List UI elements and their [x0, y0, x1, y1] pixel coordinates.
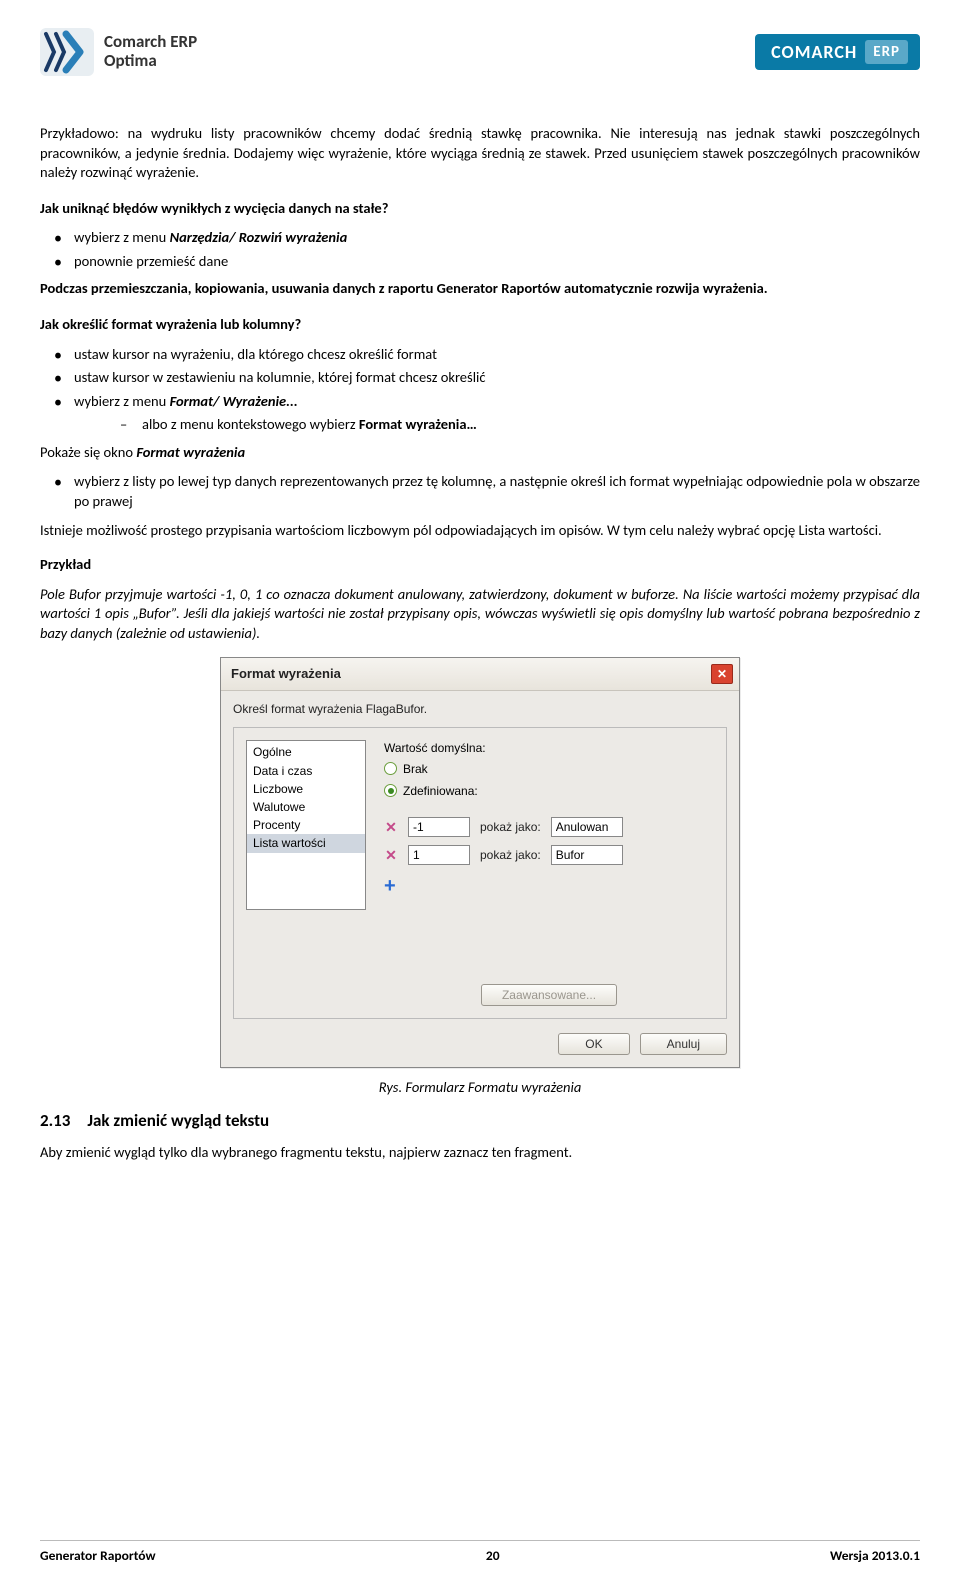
add-row-icon[interactable]: +: [384, 873, 396, 900]
footer-right: Wersja 2013.0.1: [830, 1547, 920, 1565]
display-input-2[interactable]: [551, 845, 623, 865]
add-row: +: [384, 873, 714, 900]
brand-badge: COMARCH ERP: [755, 34, 920, 70]
display-input-1[interactable]: [551, 817, 623, 837]
radio-none-label: Brak: [403, 761, 428, 777]
figure-caption: Rys. Formularz Formatu wyrażenia: [40, 1078, 920, 1098]
type-option-datetime[interactable]: Data i czas: [247, 762, 365, 780]
paragraph-after-h2: Aby zmienić wygląd tylko dla wybranego f…: [40, 1143, 920, 1163]
show-as-label-2: pokaż jako:: [480, 847, 541, 863]
close-icon[interactable]: ✕: [711, 664, 733, 684]
brand-tag: ERP: [865, 40, 908, 64]
example-paragraph: Pole Bufor przyjmuje wartości -1, 0, 1 c…: [40, 585, 920, 644]
q1-bullets: wybierz z menu Narzędzia/ Rozwiń wyrażen…: [40, 228, 920, 271]
value-row-2: ✕ pokaż jako:: [384, 845, 714, 865]
q2-bullet-2: ustaw kursor w zestawieniu na kolumnie, …: [40, 368, 920, 388]
footer-page-number: 20: [486, 1547, 500, 1565]
ok-button[interactable]: OK: [558, 1033, 629, 1055]
radio-defined-label: Zdefiniowana:: [403, 783, 478, 799]
dialog-titlebar: Format wyrażenia ✕: [221, 658, 739, 691]
type-option-percent[interactable]: Procenty: [247, 816, 365, 834]
advanced-button[interactable]: Zaawansowane...: [481, 984, 617, 1006]
radio-none-row[interactable]: Brak: [384, 761, 714, 777]
q2-sub-text: albo z menu kontekstowego wybierz: [142, 415, 359, 433]
type-option-currency[interactable]: Walutowe: [247, 798, 365, 816]
q2-b3-menu: Format/ Wyrażenie...: [170, 392, 298, 410]
footer-left: Generator Raportów: [40, 1547, 156, 1565]
radio-none[interactable]: [384, 762, 397, 775]
q2-bullet-3: wybierz z menu Format/ Wyrażenie... albo…: [40, 392, 920, 435]
delete-row-icon[interactable]: ✕: [384, 848, 398, 862]
example-heading: Przykład: [40, 555, 920, 575]
delete-row-icon[interactable]: ✕: [384, 820, 398, 834]
q1-bullet-1: wybierz z menu Narzędzia/ Rozwiń wyrażen…: [40, 228, 920, 248]
value-input-2[interactable]: [408, 845, 470, 865]
q1-bullet-2: ponownie przemieść dane: [40, 252, 920, 272]
page-header: Comarch ERP Optima COMARCH ERP: [40, 28, 920, 76]
radio-defined-row[interactable]: Zdefiniowana:: [384, 783, 714, 799]
paragraph-after-q1: Podczas przemieszczania, kopiowania, usu…: [40, 279, 920, 299]
after-sub-window: Format wyrażenia: [136, 443, 245, 461]
q2-sub-menu: Format wyrażenia…: [359, 415, 477, 433]
after-sub-line: Pokaże się okno Format wyrażenia: [40, 443, 920, 463]
q2-bullets-2: wybierz z listy po lewej typ danych repr…: [40, 472, 920, 511]
value-row-1: ✕ pokaż jako:: [384, 817, 714, 837]
type-listbox[interactable]: Ogólne Data i czas Liczbowe Walutowe Pro…: [246, 740, 366, 910]
q2-bullet-4: wybierz z listy po lewej typ danych repr…: [40, 472, 920, 511]
product-logo-icon: [40, 28, 94, 76]
value-input-1[interactable]: [408, 817, 470, 837]
dialog-description: Określ format wyrażenia FlagaBufor.: [233, 701, 727, 717]
q1-b1-text: wybierz z menu: [74, 228, 170, 246]
cancel-button[interactable]: Anuluj: [640, 1033, 727, 1055]
default-value-label: Wartość domyślna:: [384, 740, 714, 756]
type-option-general[interactable]: Ogólne: [247, 743, 365, 761]
question-1: Jak uniknąć błędów wynikłych z wycięcia …: [40, 199, 920, 219]
after-sub-text: Pokaże się okno: [40, 443, 136, 461]
format-expression-dialog: Format wyrażenia ✕ Określ format wyrażen…: [220, 657, 740, 1068]
q1-b1-menu: Narzędzia/ Rozwiń wyrażenia: [170, 228, 348, 246]
radio-defined[interactable]: [384, 784, 397, 797]
q2-sub-bullets: albo z menu kontekstowego wybierz Format…: [74, 415, 920, 435]
question-2: Jak określić format wyrażenia lub kolumn…: [40, 315, 920, 335]
intro-paragraph: Przykładowo: na wydruku listy pracownikó…: [40, 124, 920, 183]
product-name: Comarch ERP Optima: [104, 33, 197, 70]
show-as-label-1: pokaż jako:: [480, 819, 541, 835]
type-option-valuelist[interactable]: Lista wartości: [247, 834, 365, 852]
q2-bullet-1: ustaw kursor na wyrażeniu, dla którego c…: [40, 345, 920, 365]
logo-left: Comarch ERP Optima: [40, 28, 197, 76]
type-option-numeric[interactable]: Liczbowe: [247, 780, 365, 798]
q2-sub-1: albo z menu kontekstowego wybierz Format…: [114, 415, 920, 435]
paragraph-after-q2: Istnieje możliwość prostego przypisania …: [40, 521, 920, 541]
q2-bullets: ustaw kursor na wyrażeniu, dla którego c…: [40, 345, 920, 435]
brand-text: COMARCH: [771, 40, 857, 64]
section-heading-2-13: 2.13 Jak zmienić wygląd tekstu: [40, 1110, 920, 1133]
dialog-title: Format wyrażenia: [231, 665, 341, 683]
q2-b3-text: wybierz z menu: [74, 392, 170, 410]
page-footer: Generator Raportów 20 Wersja 2013.0.1: [40, 1540, 920, 1565]
